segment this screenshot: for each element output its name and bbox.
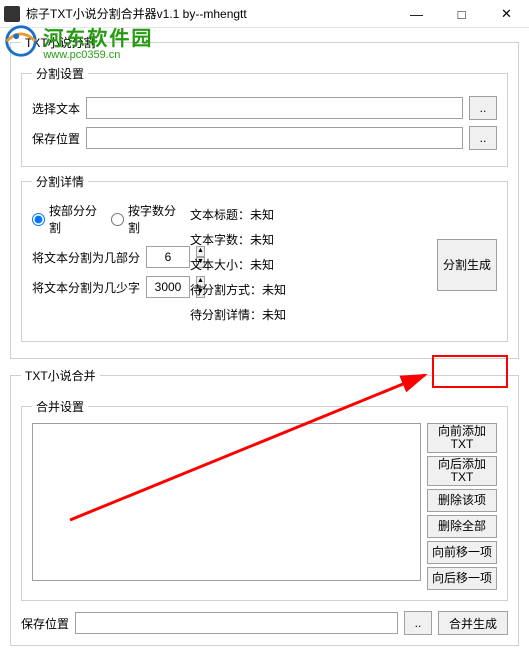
minimize-button[interactable]: — — [394, 0, 439, 28]
count-label: 将文本分割为几少字 — [32, 279, 140, 296]
merge-settings-legend: 合并设置 — [32, 398, 88, 415]
split-legend: TXT小说分割 — [21, 34, 100, 51]
radio-by-count[interactable]: 按字数分割 — [111, 202, 182, 236]
move-down-button[interactable]: 向后移一项 — [427, 567, 497, 590]
split-save-path-label: 保存位置 — [32, 130, 80, 147]
split-generate-button[interactable]: 分割生成 — [437, 239, 497, 291]
parts-input[interactable] — [146, 246, 190, 268]
window-controls: — □ ✕ — [394, 0, 529, 27]
add-before-button[interactable]: 向前添加TXT — [427, 423, 497, 453]
split-save-path-input[interactable] — [86, 127, 463, 149]
close-button[interactable]: ✕ — [484, 0, 529, 28]
select-text-input[interactable] — [86, 97, 463, 119]
select-text-label: 选择文本 — [32, 100, 80, 117]
split-detail-group: 分割详情 按部分分割 按字数分割 将文本分割为几部分 — [21, 173, 508, 342]
move-up-button[interactable]: 向前移一项 — [427, 541, 497, 564]
info-title: 文本标题：未知 — [190, 206, 429, 223]
info-words: 文本字数：未知 — [190, 231, 429, 248]
maximize-button[interactable]: □ — [439, 0, 484, 28]
split-detail-legend: 分割详情 — [32, 173, 88, 190]
merge-listbox[interactable] — [32, 423, 421, 581]
radio-by-count-input[interactable] — [111, 213, 124, 226]
split-settings-group: 分割设置 选择文本 .. 保存位置 .. — [21, 65, 508, 167]
radio-by-part[interactable]: 按部分分割 — [32, 202, 103, 236]
window-titlebar: 棕子TXT小说分割合并器v1.1 by--mhengtt — □ ✕ — [0, 0, 529, 28]
split-save-path-browse-button[interactable]: .. — [469, 126, 497, 150]
parts-label: 将文本分割为几部分 — [32, 249, 140, 266]
merge-generate-button[interactable]: 合并生成 — [438, 611, 508, 635]
select-text-browse-button[interactable]: .. — [469, 96, 497, 120]
merge-settings-group: 合并设置 向前添加TXT 向后添加TXT 删除该项 删除全部 向前移一项 向后移… — [21, 398, 508, 601]
merge-legend: TXT小说合并 — [21, 367, 100, 384]
merge-save-path-browse-button[interactable]: .. — [404, 611, 432, 635]
merge-save-path-input[interactable] — [75, 612, 398, 634]
window-title: 棕子TXT小说分割合并器v1.1 by--mhengtt — [26, 5, 394, 22]
app-icon — [4, 6, 20, 22]
merge-save-path-label: 保存位置 — [21, 615, 69, 632]
info-size: 文本大小：未知 — [190, 256, 429, 273]
delete-item-button[interactable]: 删除该项 — [427, 489, 497, 512]
info-method: 待分割方式：未知 — [190, 281, 429, 298]
info-detail: 待分割详情：未知 — [190, 306, 429, 323]
count-input[interactable] — [146, 276, 190, 298]
delete-all-button[interactable]: 删除全部 — [427, 515, 497, 538]
radio-by-part-input[interactable] — [32, 213, 45, 226]
split-settings-legend: 分割设置 — [32, 65, 88, 82]
merge-group: TXT小说合并 合并设置 向前添加TXT 向后添加TXT 删除该项 删除全部 向… — [10, 367, 519, 646]
add-after-button[interactable]: 向后添加TXT — [427, 456, 497, 486]
split-group: TXT小说分割 分割设置 选择文本 .. 保存位置 .. 分割详情 — [10, 34, 519, 359]
